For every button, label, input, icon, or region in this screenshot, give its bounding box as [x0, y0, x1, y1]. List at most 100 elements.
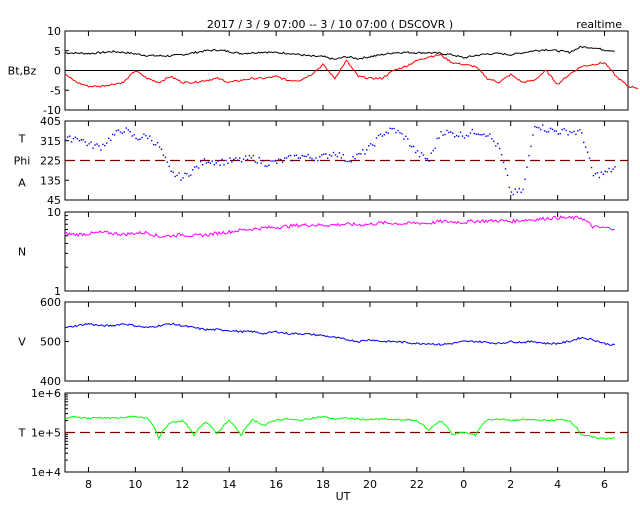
phi-point — [272, 160, 274, 162]
x-tick-label: 20 — [363, 478, 377, 491]
phi-point — [194, 166, 196, 168]
t-y-tick-label: 1e+4 — [31, 466, 61, 479]
phi-point — [287, 155, 290, 157]
phi-point — [133, 134, 135, 136]
phi-point — [270, 160, 272, 162]
phi-point — [377, 134, 380, 137]
phi-point — [358, 152, 360, 155]
mag-y-tick-label: 5 — [54, 45, 61, 58]
phi-point — [583, 141, 585, 144]
phi-point — [506, 174, 509, 177]
x-tick-label: 10 — [128, 478, 142, 491]
phi-point — [547, 130, 550, 133]
phi-point — [313, 159, 315, 162]
phi-point — [328, 154, 331, 156]
x-tick-label: 22 — [410, 478, 424, 491]
phi-point — [192, 169, 194, 171]
phi-point — [342, 153, 344, 156]
v-series-line — [64, 322, 616, 346]
phi-point — [211, 160, 214, 162]
x-tick-label: 18 — [316, 478, 330, 491]
phi-point — [92, 147, 94, 149]
x-axis-label: UT — [336, 490, 351, 503]
chart-title: 2017 / 3 / 9 07:00 -- 3 / 10 07:00 ( DSC… — [207, 18, 453, 31]
phi-point — [303, 155, 305, 157]
x-tick-label: 12 — [175, 478, 189, 491]
phi-point — [489, 133, 491, 135]
phi-point — [178, 172, 180, 174]
phi-point — [172, 171, 174, 173]
phi-point — [366, 149, 368, 151]
phi-point — [258, 157, 260, 159]
phi-point — [569, 131, 571, 133]
phi-point — [450, 131, 452, 133]
phi-point — [387, 132, 389, 134]
phi-point — [147, 137, 149, 140]
phi-point — [221, 158, 223, 161]
phi-point — [170, 170, 172, 172]
phi-point — [299, 157, 301, 159]
phi-point — [152, 143, 155, 146]
phi-point — [262, 160, 264, 162]
phi-point — [586, 151, 589, 153]
phi-point — [256, 162, 258, 164]
phi-point — [397, 129, 399, 132]
phi-point — [215, 162, 217, 164]
phi-point — [409, 144, 411, 147]
phi-point — [411, 145, 413, 148]
phi-point — [508, 186, 511, 189]
phi-point — [281, 161, 284, 163]
phi-point — [483, 133, 485, 135]
phi-point — [510, 191, 513, 193]
phi-point — [238, 157, 241, 159]
phi-point — [420, 152, 423, 154]
phi-point — [454, 136, 456, 138]
phi-point — [188, 175, 190, 177]
phi-point — [70, 141, 73, 143]
phi-point — [442, 134, 444, 136]
phi-point — [487, 135, 489, 137]
phi-point — [186, 172, 188, 175]
phi-point — [207, 161, 210, 164]
phi-point — [323, 153, 325, 155]
v-axis-label: V — [18, 336, 26, 349]
phi-point — [117, 129, 120, 131]
phi-point — [129, 130, 131, 133]
phi-point — [330, 155, 333, 157]
phi-point — [102, 143, 104, 146]
phi-point — [446, 129, 448, 132]
phi-point — [217, 160, 219, 162]
phi-point — [149, 135, 151, 137]
phi-point — [317, 159, 319, 162]
phi-point — [514, 188, 517, 190]
phi-point — [594, 172, 597, 175]
phi-point — [448, 131, 450, 134]
phi-point — [557, 133, 560, 135]
phi-point — [291, 159, 294, 162]
phi-point — [225, 159, 227, 162]
phi-point — [203, 158, 206, 160]
phi-point — [459, 131, 462, 133]
phi-point — [391, 128, 393, 130]
phi-point — [520, 191, 522, 194]
phi-point — [389, 127, 391, 130]
phi-point — [166, 161, 169, 163]
phi-point — [418, 155, 421, 158]
phi-point — [526, 166, 528, 168]
phi-point — [473, 132, 475, 135]
phi-point — [444, 133, 446, 136]
phi-point — [516, 191, 518, 193]
phi-point — [393, 127, 395, 130]
phi-point — [336, 155, 339, 158]
phi-point — [495, 145, 497, 147]
v-y-tick-label: 500 — [40, 336, 61, 349]
phi-point — [195, 165, 198, 168]
phi-point — [176, 174, 178, 177]
phi-point — [96, 143, 98, 145]
phi-point — [405, 135, 407, 138]
phi-point — [477, 133, 479, 135]
phi-point — [182, 177, 184, 179]
phi-point — [227, 162, 229, 165]
phi-point — [293, 155, 296, 157]
t-series-line — [64, 415, 615, 441]
